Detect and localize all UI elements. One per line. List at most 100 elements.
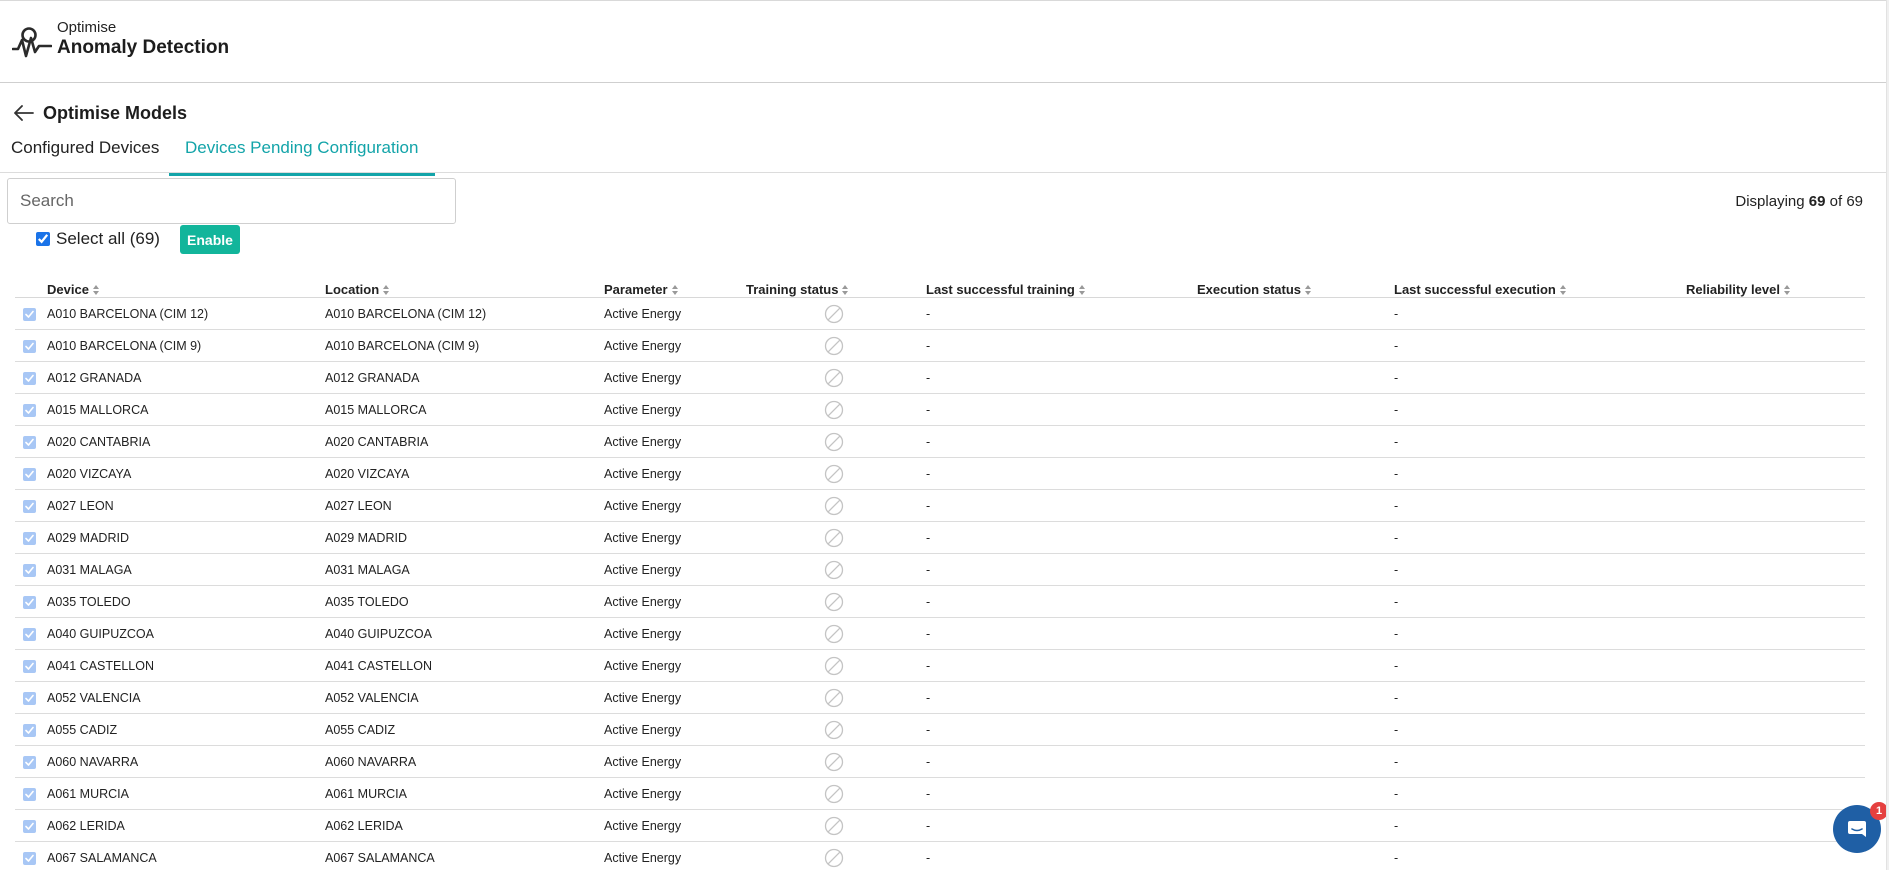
- cell-parameter: Active Energy: [604, 371, 682, 385]
- row-checkbox[interactable]: [23, 756, 36, 769]
- select-all-control[interactable]: Select all (69): [36, 229, 160, 249]
- row-checkbox[interactable]: [23, 724, 36, 737]
- display-shown-count: 69: [1808, 193, 1826, 210]
- not-available-icon: [824, 368, 844, 388]
- cell-last-successful-execution: -: [1394, 339, 1399, 353]
- not-available-icon: [824, 688, 844, 708]
- row-checkbox[interactable]: [23, 564, 36, 577]
- row-checkbox[interactable]: [23, 660, 36, 673]
- table-row[interactable]: A031 MALAGA A031 MALAGA Active Energy - -: [15, 554, 1865, 586]
- cell-last-successful-training: -: [926, 691, 931, 705]
- enable-button[interactable]: Enable: [180, 225, 240, 254]
- cell-device: A055 CADIZ: [47, 723, 118, 737]
- row-checkbox[interactable]: [23, 404, 36, 417]
- cell-last-successful-execution: -: [1394, 307, 1399, 321]
- not-available-icon: [824, 304, 844, 324]
- table-row[interactable]: A027 LEON A027 LEON Active Energy - -: [15, 490, 1865, 522]
- sort-icon: [383, 284, 390, 295]
- sort-icon: [1559, 284, 1567, 295]
- cell-last-successful-training: -: [926, 659, 931, 673]
- cell-device: A067 SALAMANCA: [47, 851, 157, 865]
- table-row[interactable]: A010 BARCELONA (CIM 9) A010 BARCELONA (CI…: [15, 330, 1865, 362]
- table-row[interactable]: A041 CASTELLON A041 CASTELLON Active Energ…: [15, 650, 1865, 682]
- not-available-icon: [824, 624, 844, 644]
- cell-last-successful-training: -: [926, 755, 931, 769]
- column-header-training-status[interactable]: Training status: [746, 282, 849, 297]
- not-available-icon: [824, 720, 844, 740]
- row-checkbox[interactable]: [23, 596, 36, 609]
- row-checkbox[interactable]: [23, 500, 36, 513]
- cell-parameter: Active Energy: [604, 531, 682, 545]
- cell-parameter: Active Energy: [604, 755, 682, 769]
- row-checkbox[interactable]: [23, 852, 36, 865]
- cell-last-successful-training: -: [926, 403, 931, 417]
- cell-parameter: Active Energy: [604, 499, 682, 513]
- cell-last-successful-training: -: [926, 787, 931, 801]
- tab-devices-pending-configuration[interactable]: Devices Pending Configuration: [169, 138, 435, 176]
- table-row[interactable]: A020 CANTABRIA A020 CANTABRIA Active Energ…: [15, 426, 1865, 458]
- cell-location: A067 SALAMANCA: [325, 851, 435, 865]
- tab-bar: Configured Devices Devices Pending Confi…: [0, 134, 1886, 176]
- search-input[interactable]: [7, 178, 456, 224]
- display-middle: of: [1829, 193, 1843, 210]
- table-row[interactable]: A029 MADRID A029 MADRID Active Energy - -: [15, 522, 1865, 554]
- column-header-location[interactable]: Location: [325, 282, 390, 297]
- sort-icon: [92, 284, 100, 295]
- column-header-last-successful-training[interactable]: Last successful training: [926, 282, 1086, 297]
- row-checkbox[interactable]: [23, 820, 36, 833]
- cell-location: A027 LEON: [325, 499, 392, 513]
- table-row[interactable]: A035 TOLEDO A035 TOLEDO Active Energy - -: [15, 586, 1865, 618]
- select-all-checkbox[interactable]: [36, 232, 50, 246]
- not-available-icon: [824, 464, 844, 484]
- row-checkbox[interactable]: [23, 308, 36, 321]
- cell-parameter: Active Energy: [604, 339, 682, 353]
- cell-location: A010 BARCELONA (CIM 12): [325, 307, 487, 321]
- cell-last-successful-training: -: [926, 531, 931, 545]
- table-row[interactable]: A015 MALLORCA A015 MALLORCA Active Energy -…: [15, 394, 1865, 426]
- cell-last-successful-execution: -: [1394, 819, 1399, 833]
- table-row[interactable]: A060 NAVARRA A060 NAVARRA Active Energy - -: [15, 746, 1865, 778]
- sort-icon: [1783, 284, 1791, 295]
- row-checkbox[interactable]: [23, 436, 36, 449]
- column-header-last-successful-execution[interactable]: Last successful execution: [1394, 282, 1567, 297]
- row-checkbox[interactable]: [23, 692, 36, 705]
- not-available-icon: [824, 752, 844, 772]
- cell-location: A055 CADIZ: [325, 723, 396, 737]
- page-title: Optimise Models: [43, 102, 188, 123]
- column-header-parameter[interactable]: Parameter: [604, 282, 679, 297]
- column-header-device[interactable]: Device: [47, 282, 100, 297]
- row-checkbox[interactable]: [23, 628, 36, 641]
- cell-last-successful-execution: -: [1394, 435, 1399, 449]
- back-arrow-icon[interactable]: [14, 102, 36, 124]
- cell-parameter: Active Energy: [604, 563, 682, 577]
- row-checkbox[interactable]: [23, 340, 36, 353]
- table-row[interactable]: A061 MURCIA A061 MURCIA Active Energy - -: [15, 778, 1865, 810]
- cell-parameter: Active Energy: [604, 659, 682, 673]
- row-checkbox[interactable]: [23, 372, 36, 385]
- table-row[interactable]: A067 SALAMANCA A067 SALAMANCA Active Energ…: [15, 842, 1865, 870]
- cell-location: A029 MADRID: [325, 531, 407, 545]
- cell-parameter: Active Energy: [604, 467, 682, 481]
- row-checkbox[interactable]: [23, 788, 36, 801]
- table-row[interactable]: A062 LERIDA A062 LERIDA Active Energy - -: [15, 810, 1865, 842]
- cell-parameter: Active Energy: [604, 307, 682, 321]
- select-all-label: Select all (69): [56, 229, 160, 248]
- table-row[interactable]: A055 CADIZ A055 CADIZ Active Energy - -: [15, 714, 1865, 746]
- table-row[interactable]: A020 VIZCAYA A020 VIZCAYA Active Energy - -: [15, 458, 1865, 490]
- cell-last-successful-training: -: [926, 723, 931, 737]
- cell-last-successful-training: -: [926, 595, 931, 609]
- table-row[interactable]: A052 VALENCIA A052 VALENCIA Active Energy -…: [15, 682, 1865, 714]
- table-row[interactable]: A040 GUIPUZCOA A040 GUIPUZCOA Active Energ…: [15, 618, 1865, 650]
- row-checkbox[interactable]: [23, 468, 36, 481]
- cell-location: A020 VIZCAYA: [325, 467, 410, 481]
- table-row[interactable]: A010 BARCELONA (CIM 12) A010 BARCELONA (C…: [15, 298, 1865, 330]
- cell-last-successful-training: -: [926, 819, 931, 833]
- tab-configured-devices[interactable]: Configured Devices: [11, 138, 159, 172]
- cell-device: A040 GUIPUZCOA: [47, 627, 154, 641]
- table-row[interactable]: A012 GRANADA A012 GRANADA Active Energy - -: [15, 362, 1865, 394]
- row-checkbox[interactable]: [23, 532, 36, 545]
- cell-device: A020 VIZCAYA: [47, 467, 132, 481]
- column-header-execution-status[interactable]: Execution status: [1197, 282, 1312, 297]
- brand-app-name: Anomaly Detection: [57, 37, 230, 58]
- column-header-reliability-level[interactable]: Reliability level: [1686, 282, 1791, 297]
